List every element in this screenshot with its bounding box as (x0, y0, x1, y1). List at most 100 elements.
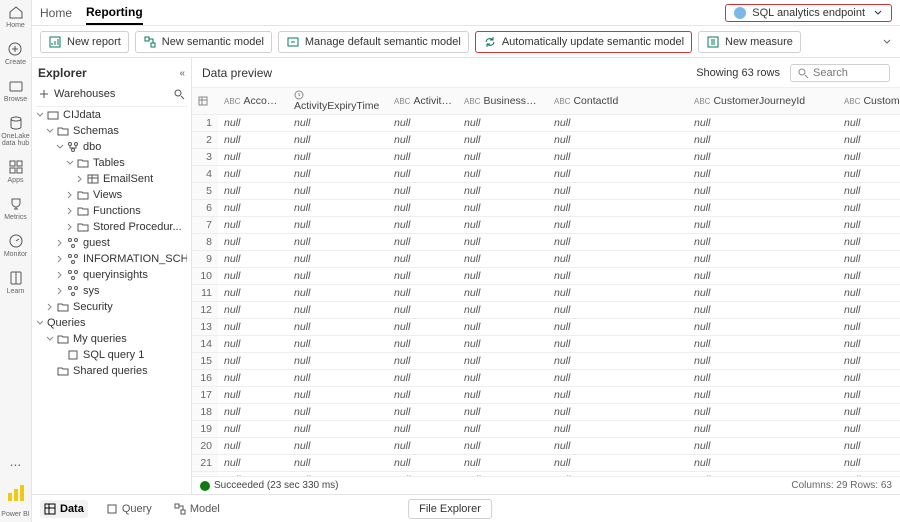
grid-cell[interactable]: null (688, 455, 838, 472)
table-row[interactable]: 11nullnullnullnullnullnullnull (192, 285, 900, 302)
grid-cell[interactable]: null (548, 251, 688, 268)
tab-reporting[interactable]: Reporting (86, 1, 143, 25)
manage-default-button[interactable]: Manage default semantic model (278, 31, 469, 53)
tree-myqueries[interactable]: My queries (36, 331, 187, 347)
grid-cell[interactable]: null (288, 132, 388, 149)
grid-cell[interactable]: null (288, 370, 388, 387)
grid-cell[interactable]: null (218, 217, 288, 234)
grid-cell[interactable]: null (388, 302, 458, 319)
grid-cell[interactable]: null (688, 115, 838, 132)
grid-cell[interactable]: null (388, 336, 458, 353)
tab-home[interactable]: Home (40, 2, 72, 24)
grid-col-accountid[interactable]: ABCAccountId (218, 88, 288, 115)
grid-cell[interactable]: null (458, 421, 548, 438)
grid-cell[interactable]: null (218, 319, 288, 336)
grid-cell[interactable]: null (548, 319, 688, 336)
grid-cell[interactable]: null (688, 268, 838, 285)
table-row[interactable]: 1nullnullnullnullnullnullnull (192, 115, 900, 132)
grid-cell[interactable]: null (838, 166, 900, 183)
new-measure-button[interactable]: New measure (698, 31, 801, 53)
grid-cell[interactable]: null (838, 319, 900, 336)
grid-cell[interactable]: null (688, 149, 838, 166)
grid-cell[interactable]: null (548, 421, 688, 438)
grid-cell[interactable]: null (458, 319, 548, 336)
grid-cell[interactable]: null (548, 336, 688, 353)
grid-cell[interactable]: null (388, 183, 458, 200)
grid-cell[interactable]: null (838, 438, 900, 455)
grid-cell[interactable]: null (218, 251, 288, 268)
grid-cell[interactable]: null (548, 200, 688, 217)
grid-cell[interactable]: null (688, 404, 838, 421)
grid-cell[interactable]: null (288, 200, 388, 217)
grid-cell[interactable]: null (688, 387, 838, 404)
grid-cell[interactable]: null (288, 421, 388, 438)
grid-cell[interactable]: null (218, 132, 288, 149)
grid-cell[interactable]: null (288, 336, 388, 353)
grid-cell[interactable]: null (388, 319, 458, 336)
new-semantic-model-button[interactable]: New semantic model (135, 31, 272, 53)
grid-cell[interactable]: null (688, 353, 838, 370)
table-row[interactable]: 12nullnullnullnullnullnullnull (192, 302, 900, 319)
grid-cell[interactable]: null (388, 251, 458, 268)
tree-queries[interactable]: Queries (36, 315, 187, 331)
table-row[interactable]: 17nullnullnullnullnullnullnull (192, 387, 900, 404)
grid-cell[interactable]: null (218, 387, 288, 404)
table-row[interactable]: 2nullnullnullnullnullnullnull (192, 132, 900, 149)
tree-views[interactable]: Views (36, 187, 187, 203)
grid-cell[interactable]: null (288, 251, 388, 268)
grid-cell[interactable]: null (838, 387, 900, 404)
grid-col-activityid[interactable]: ABCActivityId (388, 88, 458, 115)
grid-cell[interactable]: null (688, 251, 838, 268)
rail-create[interactable]: Create (5, 41, 26, 66)
grid-cell[interactable]: null (288, 183, 388, 200)
grid-cell[interactable]: null (458, 115, 548, 132)
rail-metrics[interactable]: Metrics (4, 196, 27, 221)
grid-cell[interactable]: null (458, 404, 548, 421)
grid-cell[interactable]: null (218, 268, 288, 285)
rail-more[interactable]: ... (10, 453, 22, 469)
bottom-tab-model[interactable]: Model (170, 500, 224, 518)
warehouses-label[interactable]: Warehouses (54, 88, 115, 100)
table-row[interactable]: 9nullnullnullnullnullnullnull (192, 251, 900, 268)
table-row[interactable]: 5nullnullnullnullnullnullnull (192, 183, 900, 200)
grid-cell[interactable]: null (288, 115, 388, 132)
preview-search-input[interactable] (813, 67, 883, 79)
grid-cell[interactable]: null (388, 166, 458, 183)
grid-cell[interactable]: null (688, 370, 838, 387)
grid-cell[interactable]: null (388, 149, 458, 166)
grid-cell[interactable]: null (458, 387, 548, 404)
data-grid[interactable]: ABCAccountIdActivityExpiryTimeABCActivit… (192, 88, 900, 476)
table-row[interactable]: 6nullnullnullnullnullnullnull (192, 200, 900, 217)
grid-cell[interactable]: null (688, 234, 838, 251)
grid-cell[interactable]: null (458, 217, 548, 234)
grid-cell[interactable]: null (218, 404, 288, 421)
grid-cell[interactable]: null (218, 285, 288, 302)
grid-cell[interactable]: null (688, 302, 838, 319)
rail-home[interactable]: Home (6, 4, 25, 29)
grid-cell[interactable]: null (548, 404, 688, 421)
tree-emailsent[interactable]: EmailSent (36, 171, 187, 187)
grid-cell[interactable]: null (218, 234, 288, 251)
grid-cell[interactable]: null (458, 132, 548, 149)
grid-cell[interactable]: null (288, 285, 388, 302)
grid-cell[interactable]: null (388, 455, 458, 472)
grid-cell[interactable]: null (288, 149, 388, 166)
tree-sys[interactable]: sys (36, 283, 187, 299)
grid-cell[interactable]: null (288, 438, 388, 455)
grid-cell[interactable]: null (688, 336, 838, 353)
grid-cell[interactable]: null (388, 353, 458, 370)
grid-cell[interactable]: null (688, 183, 838, 200)
grid-cell[interactable]: null (458, 183, 548, 200)
grid-cell[interactable]: null (218, 200, 288, 217)
grid-cell[interactable]: null (218, 455, 288, 472)
rail-monitor[interactable]: Monitor (4, 233, 27, 258)
grid-cell[interactable]: null (218, 421, 288, 438)
grid-cell[interactable]: null (458, 234, 548, 251)
grid-cell[interactable]: null (688, 132, 838, 149)
grid-cell[interactable]: null (458, 455, 548, 472)
grid-cell[interactable]: null (388, 217, 458, 234)
search-icon[interactable] (173, 88, 185, 100)
tree-guest[interactable]: guest (36, 235, 187, 251)
grid-cell[interactable]: null (288, 217, 388, 234)
grid-cell[interactable]: null (388, 234, 458, 251)
